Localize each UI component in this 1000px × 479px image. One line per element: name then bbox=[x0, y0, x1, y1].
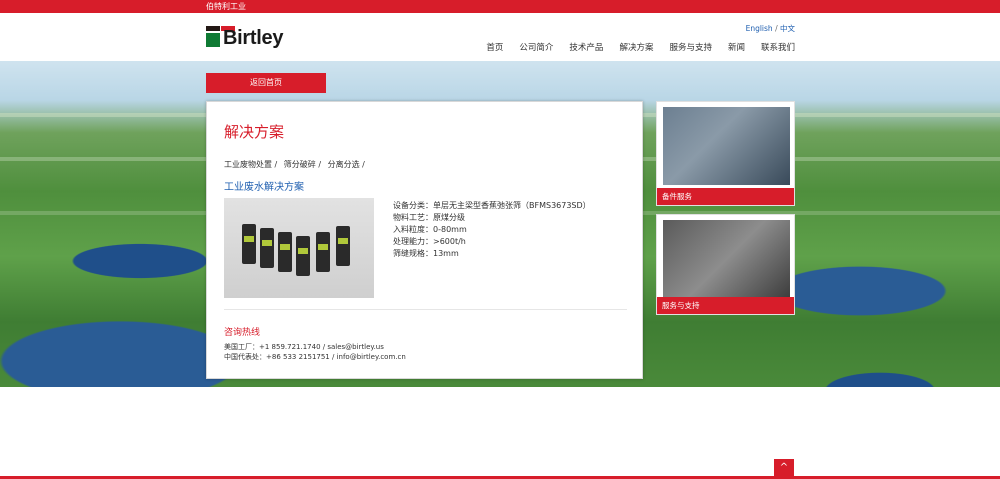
birtley-logo[interactable]: Birtley bbox=[206, 26, 316, 54]
hotline-title: 咨询热线 bbox=[224, 328, 261, 338]
contact-info: 美国工厂：+1 859.721.1740 / sales@birtley.us … bbox=[224, 342, 406, 362]
breadcrumb-item[interactable]: 工业废物处置 / bbox=[224, 160, 277, 169]
lang-separator: / bbox=[775, 24, 778, 33]
nav-service[interactable]: 服务与支持 bbox=[669, 41, 712, 53]
top-bar: 伯特利工业 bbox=[0, 0, 1000, 13]
sidebar-card-service[interactable]: 服务与支持 bbox=[656, 214, 795, 315]
page-title: 解决方案 bbox=[224, 123, 285, 141]
spec-list: 设备分类：单层无主梁型香蕉弛张筛（BFMS3673SD） 物料工艺：原煤分级 入… bbox=[393, 200, 591, 260]
sidebar-card-label: 服务与支持 bbox=[657, 297, 794, 314]
breadcrumb: 工业废物处置 / 筛分破碎 / 分离分选 / bbox=[224, 159, 369, 170]
lang-chinese-link[interactable]: 中文 bbox=[780, 24, 795, 33]
nav-home[interactable]: 首页 bbox=[486, 41, 503, 53]
spec-line: 筛缝规格：13mm bbox=[393, 249, 459, 258]
chevron-up-icon: ^ bbox=[779, 462, 789, 473]
sidebar-card-label: 备件服务 bbox=[657, 188, 794, 205]
spec-line: 物料工艺：原煤分级 bbox=[393, 213, 465, 222]
divider bbox=[224, 309, 627, 310]
back-home-button[interactable]: 返回首页 bbox=[206, 73, 326, 93]
breadcrumb-item[interactable]: 分离分选 / bbox=[328, 160, 365, 169]
nav-about[interactable]: 公司简介 bbox=[519, 41, 553, 53]
spec-line: 处理能力：>600t/h bbox=[393, 237, 466, 246]
nav-contact[interactable]: 联系我们 bbox=[761, 41, 795, 53]
nav-solutions[interactable]: 解决方案 bbox=[619, 41, 653, 53]
logo-wordmark: Birtley bbox=[223, 27, 284, 49]
sidebar-card-spare-parts[interactable]: 备件服务 bbox=[656, 101, 795, 206]
contact-cn: 中国代表处：+86 533 2151751 / info@birtley.com… bbox=[224, 353, 406, 361]
spare-parts-photo bbox=[663, 107, 790, 185]
breadcrumb-item[interactable]: 筛分破碎 / bbox=[284, 160, 321, 169]
solution-subtitle: 工业废水解决方案 bbox=[224, 182, 304, 193]
contact-us: 美国工厂：+1 859.721.1740 / sales@birtley.us bbox=[224, 343, 384, 351]
back-to-top-button[interactable]: ^ bbox=[774, 459, 794, 477]
lang-english-link[interactable]: English bbox=[746, 24, 773, 33]
nav-products[interactable]: 技术产品 bbox=[569, 41, 603, 53]
nav-news[interactable]: 新闻 bbox=[728, 41, 745, 53]
product-photo bbox=[224, 198, 374, 298]
spec-line: 入料粒度：0-80mm bbox=[393, 225, 467, 234]
brand-name-cn: 伯特利工业 bbox=[206, 2, 246, 11]
logo-mark-green bbox=[206, 33, 220, 47]
header: Birtley English / 中文 首页 公司简介 技术产品 解决方案 服… bbox=[0, 13, 1000, 61]
main-nav: 首页 公司简介 技术产品 解决方案 服务与支持 新闻 联系我们 bbox=[486, 41, 795, 53]
logo-mark-black bbox=[206, 26, 220, 31]
solution-card: 解决方案 工业废物处置 / 筛分破碎 / 分离分选 / 工业废水解决方案 设备分… bbox=[206, 101, 643, 379]
spec-line: 设备分类：单层无主梁型香蕉弛张筛（BFMS3673SD） bbox=[393, 201, 591, 210]
service-photo bbox=[663, 220, 790, 298]
language-switcher: English / 中文 bbox=[746, 23, 795, 34]
